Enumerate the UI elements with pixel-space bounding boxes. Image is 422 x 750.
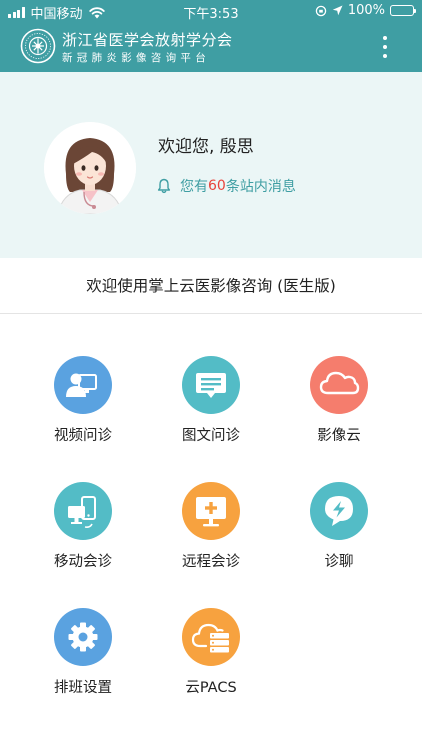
lightning-chat-icon (310, 482, 368, 540)
image-text-consult-label: 图文问诊 (182, 428, 240, 444)
mobile-devices-icon (54, 482, 112, 540)
message-count: 60 (208, 178, 226, 194)
welcome-banner: 欢迎使用掌上云医影像咨询 (医生版) (0, 258, 422, 314)
remote-consult-label: 远程会诊 (182, 554, 240, 570)
cloud-server-icon (182, 608, 240, 666)
status-bar: 中国移动 下午3:53 100% (0, 0, 422, 22)
schedule-settings-label: 排班设置 (54, 680, 112, 696)
profile-section: 欢迎您, 殷思 您有 60 条站内消息 (0, 72, 422, 258)
video-consult-button[interactable]: 视频问诊 (13, 356, 153, 456)
avatar[interactable] (44, 122, 136, 214)
mobile-consult-label: 移动会诊 (54, 554, 112, 570)
video-consult-icon (54, 356, 112, 414)
location-arrow-icon (332, 5, 343, 16)
schedule-settings-button[interactable]: 排班设置 (13, 608, 153, 708)
messages-prefix: 您有 (180, 179, 208, 195)
chat-consult-label: 诊聊 (324, 554, 354, 570)
messages-suffix: 条站内消息 (225, 179, 296, 195)
cloud-icon (310, 356, 368, 414)
mobile-consult-button[interactable]: 移动会诊 (13, 482, 153, 582)
app-subtitle: 新冠肺炎影像咨询平台 (62, 52, 210, 64)
cloud-pacs-button[interactable]: 云PACS (141, 608, 281, 708)
video-consult-label: 视频问诊 (54, 428, 112, 444)
remote-monitor-plus-icon (182, 482, 240, 540)
gear-icon (54, 608, 112, 666)
orientation-lock-icon (315, 5, 327, 16)
chat-message-icon (182, 356, 240, 414)
image-cloud-button[interactable]: 影像云 (269, 356, 409, 456)
association-logo-icon (20, 28, 56, 64)
welcome-text: 欢迎您, 殷思 (158, 137, 254, 157)
more-vertical-icon (383, 36, 387, 40)
battery-icon (390, 5, 416, 16)
battery-percent: 100% (347, 3, 385, 18)
remote-consult-button[interactable]: 远程会诊 (141, 482, 281, 582)
bell-icon (157, 178, 171, 194)
cloud-pacs-label: 云PACS (185, 680, 237, 696)
image-cloud-label: 影像云 (317, 428, 361, 444)
status-right: 100% (315, 3, 416, 18)
doctor-avatar-icon (44, 122, 136, 214)
image-text-consult-button[interactable]: 图文问诊 (141, 356, 281, 456)
more-menu-button[interactable] (378, 36, 392, 58)
app-title: 浙江省医学会放射学分会 (62, 31, 233, 49)
inbox-messages-link[interactable]: 您有 60 条站内消息 (156, 176, 296, 196)
app-header: 浙江省医学会放射学分会 新冠肺炎影像咨询平台 (0, 22, 422, 72)
chat-consult-button[interactable]: 诊聊 (269, 482, 409, 582)
